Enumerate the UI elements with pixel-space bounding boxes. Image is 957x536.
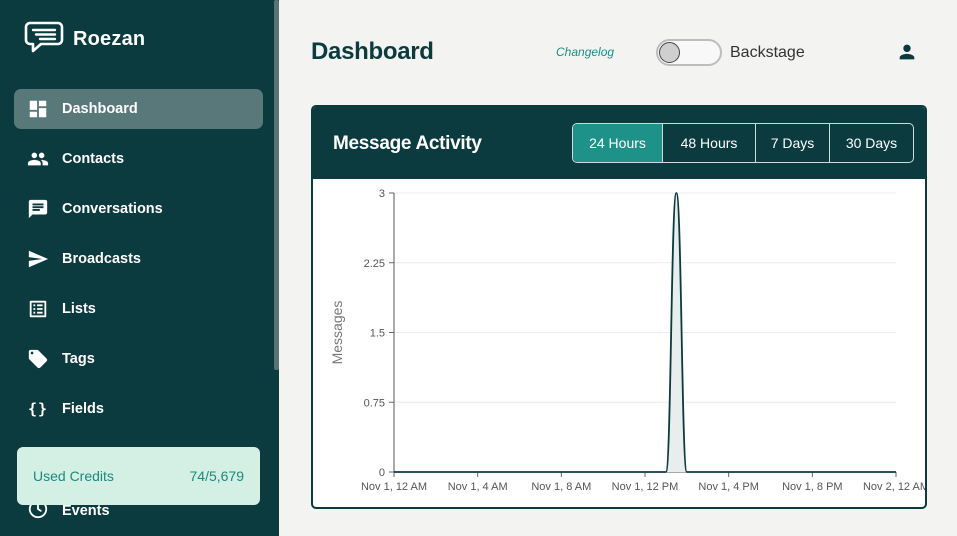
sidebar-item-label: Contacts bbox=[62, 151, 125, 167]
message-activity-chart: 0 0.75 1.5 2.25 3 Nov 1, 12 AM Nov 1, 4 AM Nov … bbox=[329, 188, 925, 493]
sidebar-item-broadcasts[interactable]: Broadcasts bbox=[14, 239, 263, 279]
range-24-hours-button[interactable]: 24 Hours bbox=[573, 124, 662, 162]
sidebar-item-label: Tags bbox=[62, 351, 95, 367]
card-title: Message Activity bbox=[333, 133, 482, 154]
tag-icon bbox=[27, 348, 49, 370]
sidebar-item-label: Conversations bbox=[62, 201, 163, 217]
sidebar-item-contacts[interactable]: Contacts bbox=[14, 139, 263, 179]
credits-label: Used Credits bbox=[33, 468, 114, 484]
list-icon bbox=[27, 298, 49, 320]
x-tick-label: Nov 1, 4 AM bbox=[448, 481, 508, 493]
sidebar-item-label: Events bbox=[62, 503, 110, 519]
page-title: Dashboard bbox=[311, 38, 434, 65]
sidebar-item-label: Lists bbox=[62, 301, 96, 317]
y-tick-label: 3 bbox=[379, 188, 385, 200]
y-tick-label: 0 bbox=[379, 467, 385, 479]
sidebar-item-conversations[interactable]: Conversations bbox=[14, 189, 263, 229]
backstage-label: Backstage bbox=[730, 44, 805, 61]
y-axis-label: Messages bbox=[329, 301, 345, 365]
app-name: Roezan bbox=[73, 28, 146, 50]
sidebar-item-label: Fields bbox=[62, 401, 104, 417]
range-7-days-button[interactable]: 7 Days bbox=[755, 124, 829, 162]
credits-value: 74/5,679 bbox=[189, 468, 245, 484]
used-credits-panel: Used Credits 74/5,679 bbox=[17, 447, 260, 505]
user-icon[interactable] bbox=[896, 41, 918, 63]
x-tick-label: Nov 1, 12 PM bbox=[612, 481, 679, 493]
x-tick-label: Nov 1, 12 AM bbox=[361, 481, 427, 493]
sidebar: Roezan Dashboard Contacts Conversations … bbox=[0, 0, 279, 536]
y-tick-label: 0.75 bbox=[364, 397, 385, 409]
x-tick-label: Nov 1, 4 PM bbox=[698, 481, 759, 493]
x-tick-label: Nov 1, 8 AM bbox=[531, 481, 591, 493]
toggle-knob bbox=[659, 42, 680, 63]
brand[interactable]: Roezan bbox=[24, 20, 145, 59]
sidebar-item-fields[interactable]: {} Fields bbox=[14, 389, 263, 429]
sidebar-item-lists[interactable]: Lists bbox=[14, 289, 263, 329]
changelog-link[interactable]: Changelog bbox=[556, 45, 614, 59]
message-activity-card: Message Activity 24 Hours 48 Hours 7 Day… bbox=[311, 105, 927, 509]
range-selector: 24 Hours 48 Hours 7 Days 30 Days bbox=[572, 123, 914, 163]
chat-icon bbox=[27, 198, 49, 220]
sidebar-item-tags[interactable]: Tags bbox=[14, 339, 263, 379]
backstage-toggle[interactable] bbox=[656, 39, 722, 66]
sidebar-item-label: Broadcasts bbox=[62, 251, 141, 267]
range-30-days-button[interactable]: 30 Days bbox=[829, 124, 913, 162]
sidebar-item-label: Dashboard bbox=[62, 101, 138, 117]
y-tick-label: 2.25 bbox=[364, 258, 385, 270]
x-tick-label: Nov 2, 12 AM bbox=[863, 481, 925, 493]
sidebar-nav: Dashboard Contacts Conversations Broadca… bbox=[14, 89, 263, 439]
sidebar-item-dashboard[interactable]: Dashboard bbox=[14, 89, 263, 129]
main-content: Dashboard Changelog Backstage Message Ac… bbox=[279, 0, 957, 536]
braces-icon: {} bbox=[27, 400, 49, 418]
send-icon bbox=[27, 248, 49, 270]
range-48-hours-button[interactable]: 48 Hours bbox=[662, 124, 755, 162]
card-header: Message Activity 24 Hours 48 Hours 7 Day… bbox=[313, 107, 925, 179]
contacts-icon bbox=[27, 148, 49, 170]
x-tick-label: Nov 1, 8 PM bbox=[782, 481, 843, 493]
dashboard-icon bbox=[27, 98, 49, 120]
y-tick-label: 1.5 bbox=[370, 328, 385, 340]
logo-icon bbox=[24, 20, 64, 59]
